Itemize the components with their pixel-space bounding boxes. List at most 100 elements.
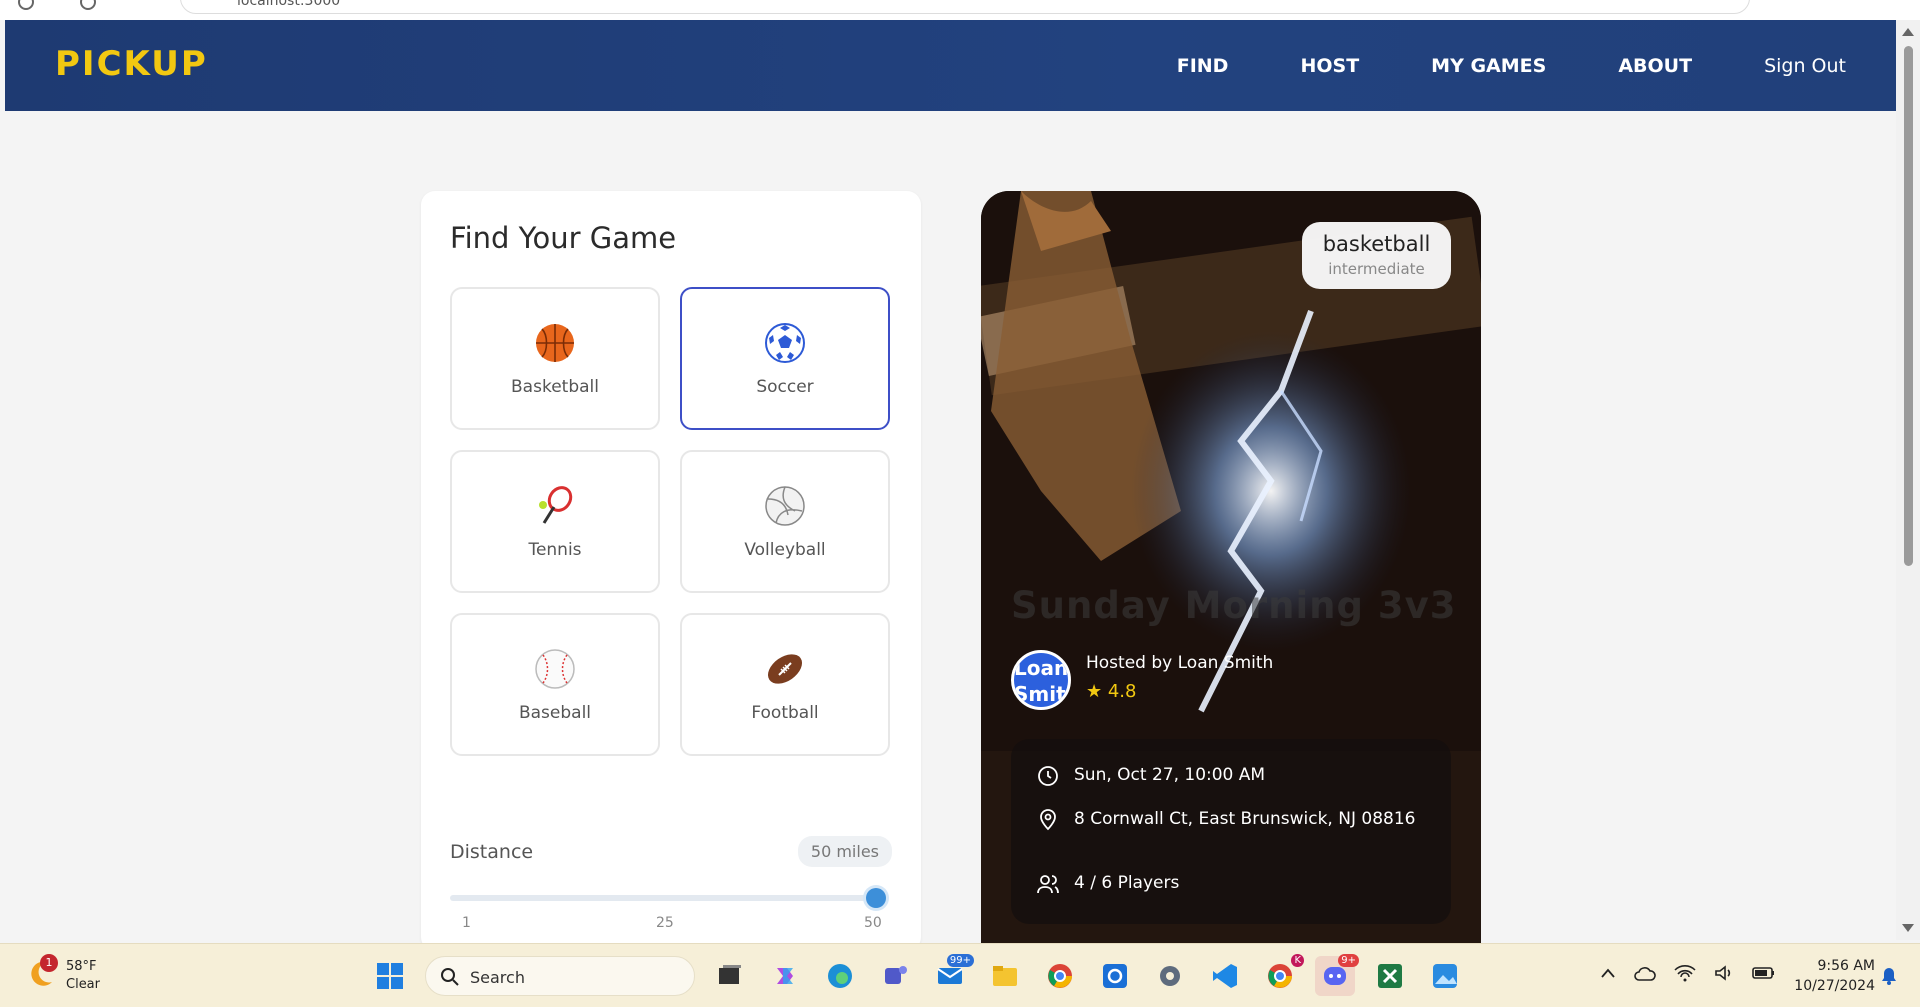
vscode-icon[interactable] [1205,956,1245,996]
game-card[interactable]: basketball intermediate Sunday Morning 3… [981,191,1481,951]
sport-card-tennis[interactable]: Tennis [450,450,660,593]
tick-label: 25 [656,915,674,931]
sign-out-link[interactable]: Sign Out [1764,55,1846,77]
sport-label: Baseball [518,702,592,723]
weather-widget[interactable]: 1 58°F Clear [26,954,100,994]
discord-icon[interactable]: 9+ [1315,954,1359,996]
back-icon[interactable] [18,0,34,10]
sport-label: Volleyball [744,539,826,560]
soccer-ball-icon [763,321,807,365]
tick-label: 50 [864,915,882,931]
volume-icon[interactable] [1714,964,1734,982]
page-scrollbar[interactable] [1896,20,1920,940]
skill-level: intermediate [1328,260,1425,278]
scrollbar-thumb[interactable] [1904,46,1913,566]
game-address: 8 Cornwall Ct, East Brunswick, NJ 08816 [1074,809,1416,829]
volleyball-icon [763,484,807,528]
scroll-down-arrow-icon[interactable] [1902,924,1914,932]
sport-label: Soccer [756,376,814,397]
photos-icon[interactable] [1425,956,1465,996]
system-tray [1600,964,1776,982]
edge-browser-icon[interactable] [820,956,860,996]
nav-links: FIND HOST MY GAMES ABOUT Sign Out [1177,20,1846,111]
datetime-row: Sun, Oct 27, 10:00 AM [1036,764,1265,788]
windows-taskbar: 1 58°F Clear Search 99+ K 9+ 9:56 AM 10/… [0,943,1920,1007]
sport-grid: Basketball Soccer Tennis Volleyball Base… [450,287,892,756]
players-row: 4 / 6 Players [1036,872,1179,896]
weather-temp: 58°F [66,959,97,974]
chevron-up-icon[interactable] [1600,967,1616,979]
distance-value-badge: 50 miles [797,836,892,867]
users-icon [1037,875,1059,894]
sport-label: Basketball [511,376,599,397]
search-placeholder: Search [470,968,525,987]
system-clock[interactable]: 9:56 AM 10/27/2024 [1785,956,1875,996]
file-explorer-icon[interactable] [985,956,1025,996]
wifi-icon[interactable] [1674,964,1696,982]
nav-find-link[interactable]: FIND [1177,55,1229,77]
sport-card-baseball[interactable]: Baseball [450,613,660,756]
copilot-icon[interactable] [765,956,805,996]
game-title: Sunday Morning 3v3 [1011,584,1457,627]
nav-host-link[interactable]: HOST [1300,55,1359,77]
reload-icon[interactable] [80,0,96,10]
windows-start-icon[interactable] [370,956,410,996]
browser-chrome: localhost:3000 [0,0,1920,20]
player-count: 4 / 6 Players [1074,873,1180,893]
clock-time: 9:56 AM [1817,958,1875,974]
panel-title: Find Your Game [450,221,677,255]
app-icon-blue-square[interactable] [1095,956,1135,996]
taskbar-apps [370,956,410,996]
scroll-up-arrow-icon[interactable] [1902,28,1914,36]
nav-about-link[interactable]: ABOUT [1618,55,1692,77]
address-bar[interactable]: localhost:3000 [180,0,1750,14]
game-details: Sun, Oct 27, 10:00 AM 8 Cornwall Ct, Eas… [1011,739,1451,924]
settings-gear-icon[interactable] [1150,956,1190,996]
url-text: localhost:3000 [237,0,341,9]
mail-badge: 99+ [946,954,974,967]
tick-label: 1 [462,915,471,931]
distance-slider[interactable] [450,888,886,908]
map-pin-icon [1040,809,1056,831]
distance-slider-handle[interactable] [866,888,886,908]
sport-card-basketball[interactable]: Basketball [450,287,660,430]
clock-icon [1038,766,1058,786]
sport-card-soccer[interactable]: Soccer [680,287,890,430]
top-navbar: PICKUP FIND HOST MY GAMES ABOUT Sign Out [5,20,1896,111]
clock-date: 10/27/2024 [1794,978,1875,994]
brand-logo[interactable]: PICKUP [55,44,208,84]
location-row: 8 Cornwall Ct, East Brunswick, NJ 08816 [1036,808,1436,832]
sport-card-football[interactable]: Football [680,613,890,756]
pinned-apps: 99+ K 9+ [710,954,1465,996]
nav-my-games-link[interactable]: MY GAMES [1431,55,1546,77]
distance-label: Distance [450,841,534,863]
host-name: Hosted by Loan Smith [1086,653,1274,673]
find-game-panel: Find Your Game Basketball Soccer Tennis … [421,191,921,951]
football-icon [763,647,807,691]
onedrive-cloud-icon[interactable] [1634,964,1656,982]
basketball-icon [533,321,577,365]
mail-icon[interactable]: 99+ [930,954,974,996]
baseball-icon [533,647,577,691]
search-icon [441,968,459,986]
excel-icon[interactable] [1370,956,1410,996]
tennis-racket-icon [533,484,577,528]
taskbar-search[interactable]: Search [425,956,695,996]
chrome-icon[interactable] [1040,956,1080,996]
chrome-profile-badge: K [1291,954,1304,967]
game-datetime: Sun, Oct 27, 10:00 AM [1074,765,1266,785]
sport-label: Tennis [528,539,582,560]
host-rating: ★ 4.8 [1086,681,1137,702]
battery-icon[interactable] [1752,966,1776,980]
host-avatar[interactable]: Loan Smith [1011,650,1071,710]
weather-desc: Clear [66,977,100,992]
sport-card-volleyball[interactable]: Volleyball [680,450,890,593]
task-view-icon[interactable] [710,956,750,996]
weather-alert-badge: 1 [40,954,58,972]
notification-bell-icon[interactable] [1880,966,1898,986]
sport-label: Football [751,702,819,723]
chrome-profile-icon[interactable]: K [1260,954,1304,996]
teams-icon[interactable] [875,956,915,996]
sport-level-pill: basketball intermediate [1302,222,1451,289]
discord-badge: 9+ [1338,954,1359,967]
